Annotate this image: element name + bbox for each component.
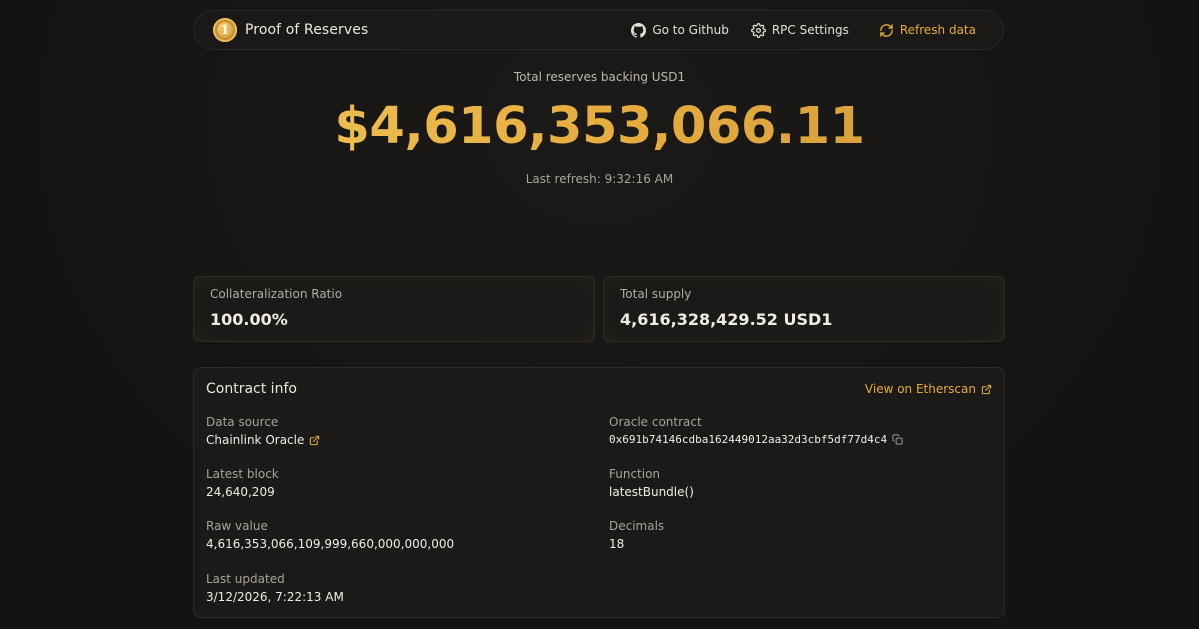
nav-actions: Go to Github RPC Settings Refresh data	[631, 22, 976, 38]
hero-caption: Total reserves backing USD1	[513, 70, 686, 84]
last-refresh-time: Last refresh: 9:32:16 AM	[525, 172, 674, 186]
collateralization-card: Collateralization Ratio 100.00%	[193, 276, 595, 342]
collateralization-label: Collateralization Ratio	[210, 287, 343, 301]
total-supply-card: Total supply 4,616,328,429.52 USD1	[603, 276, 1005, 342]
contract-info-panel: Contract info View on Etherscan Data sou…	[193, 367, 1005, 618]
latest-block-label: Latest block	[206, 467, 279, 481]
last-updated-label: Last updated	[206, 572, 285, 586]
refresh-data-button[interactable]: Refresh data	[879, 23, 976, 38]
data-source-value: Chainlink Oracle	[206, 433, 305, 447]
etherscan-label: View on Etherscan	[864, 382, 976, 396]
chainlink-oracle-link[interactable]: Chainlink Oracle	[206, 433, 320, 447]
function-label: Function	[609, 467, 661, 481]
oracle-contract-label: Oracle contract	[609, 415, 702, 429]
latest-block-field: Latest block 24,640,209	[206, 467, 279, 499]
contract-info-title: Contract info	[206, 381, 297, 397]
decimals-value: 18	[609, 537, 625, 551]
external-link-icon	[981, 384, 992, 394]
oracle-contract-field: Oracle contract 0x691b74146cdba162449012…	[609, 415, 903, 446]
total-supply-value: 4,616,328,429.52 USD1	[620, 310, 833, 329]
gear-icon	[750, 22, 766, 38]
data-source-label: Data source	[206, 415, 279, 429]
coin-logo-glyph: 1	[220, 22, 230, 38]
page: 1 Proof of Reserves Go to Github RPC Set…	[0, 0, 1199, 629]
github-button[interactable]: Go to Github	[631, 22, 729, 38]
refresh-data-label: Refresh data	[899, 23, 976, 37]
oracle-contract-address: 0x691b74146cdba162449012aa32d3cbf5df77d4…	[609, 433, 888, 446]
latest-block-value: 24,640,209	[206, 485, 275, 499]
decimals-field: Decimals 18	[609, 519, 664, 551]
oracle-contract-row: 0x691b74146cdba162449012aa32d3cbf5df77d4…	[609, 433, 903, 446]
rpc-settings-button[interactable]: RPC Settings	[750, 22, 849, 38]
brand-name: Proof of Reserves	[245, 22, 369, 38]
copy-icon[interactable]	[892, 434, 903, 445]
last-updated-field: Last updated 3/12/2026, 7:22:13 AM	[206, 572, 344, 604]
last-updated-value: 3/12/2026, 7:22:13 AM	[206, 590, 344, 604]
function-value: latestBundle()	[609, 485, 694, 499]
total-reserves-amount: $4,616,353,066.11	[0, 92, 1199, 162]
github-icon	[631, 22, 647, 38]
collateralization-value: 100.00%	[210, 310, 288, 329]
view-on-etherscan-link[interactable]: View on Etherscan	[865, 382, 992, 396]
data-source-field: Data source Chainlink Oracle	[206, 415, 320, 447]
coin-logo-icon: 1	[213, 18, 237, 42]
function-field: Function latestBundle()	[609, 467, 694, 499]
raw-value-value: 4,616,353,066,109,999,660,000,000,000	[206, 537, 455, 551]
navbar: 1 Proof of Reserves Go to Github RPC Set…	[193, 10, 1004, 50]
github-label: Go to Github	[652, 23, 729, 37]
total-supply-label: Total supply	[620, 287, 692, 301]
brand[interactable]: 1 Proof of Reserves	[213, 18, 368, 42]
decimals-label: Decimals	[609, 519, 665, 533]
raw-value-label: Raw value	[206, 519, 268, 533]
raw-value-field: Raw value 4,616,353,066,109,999,660,000,…	[206, 519, 454, 551]
rpc-settings-label: RPC Settings	[771, 23, 849, 37]
external-link-icon	[310, 435, 320, 445]
refresh-icon	[880, 23, 893, 37]
